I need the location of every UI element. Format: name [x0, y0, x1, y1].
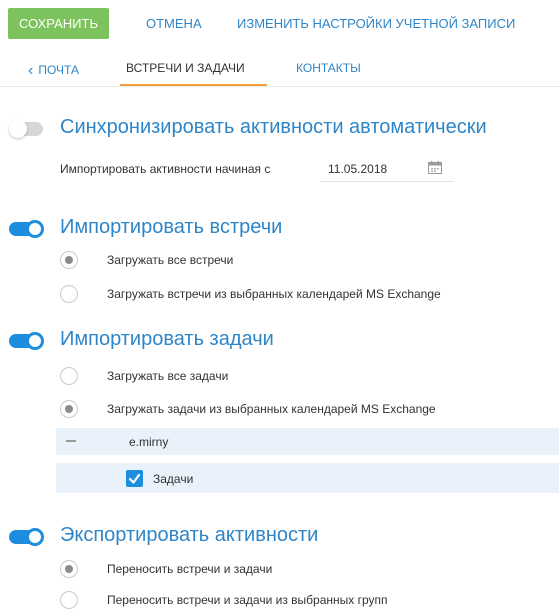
import-tasks-toggle[interactable]	[9, 332, 44, 350]
radio-selected-calendars-meetings[interactable]	[60, 285, 78, 303]
cancel-button[interactable]: ОТМЕНА	[146, 8, 202, 39]
import-meetings-title: Импортировать встречи	[60, 216, 283, 238]
folder-checkbox[interactable]	[126, 470, 143, 487]
toggle-knob	[26, 528, 44, 546]
radio-transfer-selected-groups-label: Переносить встречи и задачи из выбранных…	[107, 593, 388, 607]
sync-title: Синхронизировать активности автоматическ…	[60, 116, 487, 138]
radio-all-tasks-label: Загружать все задачи	[107, 369, 229, 383]
import-meetings-toggle[interactable]	[9, 220, 44, 238]
toggle-knob	[9, 120, 27, 138]
save-button[interactable]: СОХРАНИТЬ	[8, 8, 109, 39]
import-tasks-title: Импортировать задачи	[60, 328, 274, 350]
radio-all-tasks[interactable]	[60, 367, 78, 385]
radio-transfer-selected-groups[interactable]	[60, 591, 78, 609]
tab-mail-label: ПОЧТА	[38, 63, 79, 77]
import-from-label: Импортировать активности начиная с	[60, 162, 271, 176]
account-settings-button[interactable]: ИЗМЕНИТЬ НАСТРОЙКИ УЧЕТНОЙ ЗАПИСИ	[237, 8, 515, 39]
checkmark-icon	[128, 473, 141, 484]
tab-mail[interactable]: ‹ ПОЧТА	[28, 61, 79, 79]
tab-meetings-tasks[interactable]: ВСТРЕЧИ И ЗАДАЧИ	[126, 61, 245, 75]
radio-all-meetings[interactable]	[60, 251, 78, 269]
radio-transfer-all-label: Переносить встречи и задачи	[107, 562, 273, 576]
tabs-divider	[0, 86, 559, 87]
radio-selected-calendars-tasks[interactable]	[60, 400, 78, 418]
tab-contacts[interactable]: КОНТАКТЫ	[296, 61, 361, 75]
export-activities-title: Экспортировать активности	[60, 524, 319, 546]
toggle-knob	[26, 220, 44, 238]
radio-all-meetings-label: Загружать все встречи	[107, 253, 234, 267]
radio-selected-calendars-tasks-label: Загружать задачи из выбранных календарей…	[107, 402, 436, 416]
import-from-date-input[interactable]: 11.05.2018	[328, 162, 387, 176]
toggle-knob	[26, 332, 44, 350]
tree-folder-label: Задачи	[153, 472, 194, 486]
active-tab-indicator	[120, 84, 267, 86]
collapse-dash-icon[interactable]	[66, 440, 76, 442]
calendar-icon[interactable]	[428, 161, 442, 174]
export-activities-toggle[interactable]	[9, 528, 44, 546]
radio-selected-calendars-meetings-label: Загружать встречи из выбранных календаре…	[107, 287, 441, 301]
date-input-underline	[320, 181, 454, 182]
sync-toggle[interactable]	[9, 120, 43, 138]
tree-account-label: e.mirny	[129, 435, 169, 449]
radio-transfer-all[interactable]	[60, 560, 78, 578]
chevron-left-icon: ‹	[28, 62, 34, 79]
